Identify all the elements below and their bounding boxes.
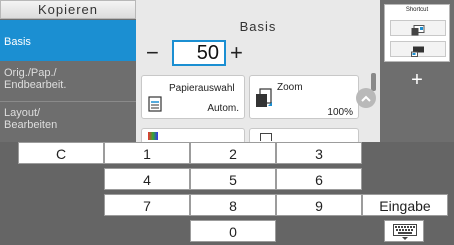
key-9[interactable]: 9	[276, 194, 362, 216]
paper-selection-value: Autom.	[207, 103, 239, 114]
sidebar-item-label: Layout/	[4, 107, 41, 119]
zoom-value: 100%	[327, 107, 353, 118]
keyboard-icon	[393, 224, 417, 245]
color-mode-icon	[148, 132, 158, 140]
sidebar-item-label: Orig./Pap./	[4, 67, 57, 79]
clear-key[interactable]: C	[18, 142, 104, 164]
chevron-up-icon	[360, 92, 372, 110]
shortcut-item[interactable]	[390, 41, 446, 57]
key-0[interactable]: 0	[190, 220, 276, 242]
sidebar-item-label: Basis	[4, 36, 31, 48]
shortcut-title: Shortcut	[405, 7, 429, 13]
shortcut-icon	[411, 44, 425, 62]
paper-tray-icon	[148, 96, 162, 117]
shortcut-icon	[411, 23, 425, 41]
main-panel: Basis − 50 + Papierauswahl Autom. Zoom 1…	[136, 0, 380, 144]
sidebar-title: Kopieren	[0, 0, 136, 19]
scroll-up-button[interactable]	[356, 88, 376, 108]
paper-selection-card[interactable]: Papierauswahl Autom.	[141, 75, 245, 119]
key-7[interactable]: 7	[104, 194, 190, 216]
key-3[interactable]: 3	[276, 142, 362, 164]
sidebar-item-label: Endbearbeit.	[4, 79, 67, 91]
shortcut-panel: Shortcut +	[380, 0, 454, 142]
copies-input[interactable]: 50	[172, 40, 226, 66]
key-2[interactable]: 2	[190, 142, 276, 164]
page-title: Basis	[239, 19, 277, 34]
increment-button[interactable]: +	[230, 42, 243, 64]
zoom-icon	[255, 88, 273, 113]
keyboard-button[interactable]	[384, 220, 424, 242]
zoom-label: Zoom	[277, 82, 303, 93]
enter-key[interactable]: Eingabe	[362, 194, 448, 216]
key-1[interactable]: 1	[104, 142, 190, 164]
key-8[interactable]: 8	[190, 194, 276, 216]
zoom-card[interactable]: Zoom 100%	[249, 75, 359, 119]
shortcut-box: Shortcut	[384, 4, 450, 62]
key-4[interactable]: 4	[104, 168, 190, 190]
sidebar: Kopieren Basis Orig./Pap./ Endbearbeit. …	[0, 0, 136, 142]
key-6[interactable]: 6	[276, 168, 362, 190]
add-shortcut-button[interactable]: +	[384, 66, 450, 94]
sidebar-item-basis[interactable]: Basis	[0, 20, 136, 61]
sidebar-item-layout[interactable]: Layout/ Bearbeiten	[0, 102, 136, 142]
shortcut-item[interactable]	[390, 20, 446, 36]
duplex-icon	[260, 133, 272, 141]
paper-selection-label: Papierauswahl	[169, 83, 235, 94]
numeric-keypad: C 1 2 3 4 5 6 7 8 9 Eingabe 0	[0, 142, 454, 245]
decrement-button[interactable]: −	[146, 42, 159, 64]
scrollbar[interactable]	[371, 73, 376, 91]
key-5[interactable]: 5	[190, 168, 276, 190]
sidebar-item-orig-pap[interactable]: Orig./Pap./ Endbearbeit.	[0, 62, 136, 102]
sidebar-item-label: Bearbeiten	[4, 119, 58, 131]
